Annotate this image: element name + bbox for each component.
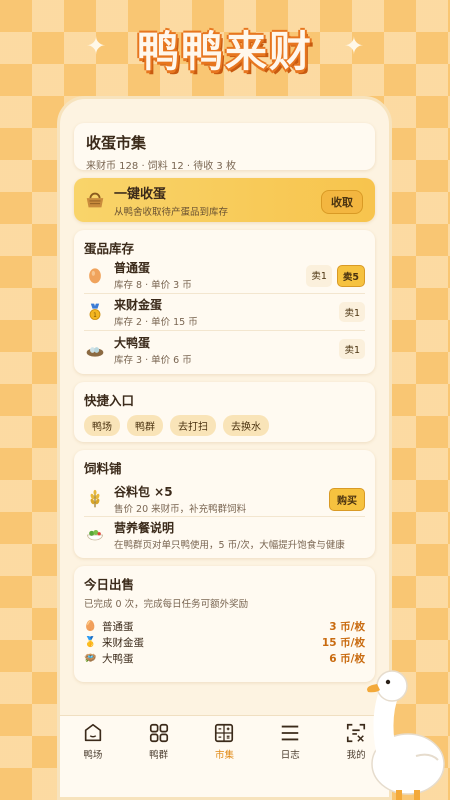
price-value: 3 币/枚 xyxy=(329,620,365,633)
section-title: 快捷入口 xyxy=(84,393,135,408)
app-title: 鸭鸭来财 xyxy=(136,27,313,76)
svg-text:1: 1 xyxy=(93,313,97,319)
egg-icon xyxy=(84,264,106,286)
sparkle-icon: ✦ xyxy=(343,32,364,60)
duck-mascot xyxy=(367,670,445,800)
item-name: 谷料包 ×5 xyxy=(114,484,173,499)
egg-icon: 🥚 xyxy=(84,620,97,632)
price-item-name: 来财金蛋 xyxy=(102,636,144,649)
chip-duck-flock[interactable]: 鸭群 xyxy=(127,415,163,436)
price-value: 15 币/枚 xyxy=(321,636,365,649)
feed-pack-row: 谷料包 ×5 售价 20 来财币，补充鸭群饲料 购买 xyxy=(84,481,365,517)
egg-inventory: 蛋品库存 普通蛋 库存 8 · 单价 3 币 卖1 卖5 1 来财金蛋 库存 2… xyxy=(74,230,375,374)
item-meta: 库存 3 · 单价 6 币 xyxy=(114,354,192,366)
calculator-icon xyxy=(215,723,234,743)
collect-desc: 从鸭舍收取待产蛋品到库存 xyxy=(114,206,229,218)
tab-market[interactable]: 市集 xyxy=(196,722,252,797)
today-sales-card: 今日出售 已完成 0 次，完成每日任务可额外奖励 🥚 普通蛋 3 币/枚 🥇 来… xyxy=(74,566,375,682)
home-icon xyxy=(84,723,102,742)
item-meta: 在鸭群页对单只鸭使用，5 币/次，大幅提升饱食与健康 xyxy=(114,540,345,551)
tab-label: 市集 xyxy=(214,750,234,761)
item-meta: 售价 20 来财币，补充鸭群饲料 xyxy=(114,503,247,515)
item-name: 普通蛋 xyxy=(114,261,151,275)
sell-one-button[interactable]: 卖1 xyxy=(339,339,365,359)
quick-entry-card: 快捷入口 鸭场 鸭群 去打扫 去换水 xyxy=(74,382,375,442)
collect-eggs-card: 一键收蛋 从鸭舍收取待产蛋品到库存 收取 xyxy=(74,178,375,222)
tab-label: 鸭场 xyxy=(83,750,103,761)
resource-stats: 来财币 128 · 饲料 12 · 待收 3 枚 xyxy=(86,161,236,172)
bottom-tab-bar: 鸭场 鸭群 市集 日志 我的 xyxy=(60,715,389,797)
tab-label: 鸭群 xyxy=(149,750,169,761)
tab-duck-flock[interactable]: 鸭群 xyxy=(131,722,187,797)
price-row: 🪺 大鸭蛋 6 币/枚 xyxy=(84,650,365,666)
nutrition-meal-row: 营养餐说明 在鸭群页对单只鸭使用，5 币/次，大幅提升饱食与健康 xyxy=(84,517,365,553)
section-title: 蛋品库存 xyxy=(84,241,135,256)
nest-icon xyxy=(84,339,106,361)
salad-icon xyxy=(84,524,106,546)
nest-icon: 🪺 xyxy=(84,652,97,664)
chip-water[interactable]: 去换水 xyxy=(223,415,269,436)
list-icon xyxy=(282,725,299,741)
inventory-row: 普通蛋 库存 8 · 单价 3 币 卖1 卖5 xyxy=(84,257,365,294)
page-title: 收蛋市集 xyxy=(86,134,147,152)
chip-duck-farm[interactable]: 鸭场 xyxy=(84,415,120,436)
section-title: 今日出售 xyxy=(84,577,135,592)
phone-frame: 收蛋市集 来财币 128 · 饲料 12 · 待收 3 枚 一键收蛋 从鸭舍收取… xyxy=(57,96,392,800)
collect-button[interactable]: 收取 xyxy=(321,190,363,214)
item-name: 营养餐说明 xyxy=(114,521,175,535)
sell-one-button[interactable]: 卖1 xyxy=(306,265,332,287)
buy-button[interactable]: 购买 xyxy=(329,488,365,511)
gold-medal-icon: 🥇 xyxy=(84,636,97,648)
item-meta: 库存 2 · 单价 15 币 xyxy=(114,317,198,328)
tab-label: 日志 xyxy=(280,750,300,761)
inventory-row: 1 来财金蛋 库存 2 · 单价 15 币 卖1 xyxy=(84,294,365,331)
basket-icon xyxy=(86,192,104,208)
sell-one-button[interactable]: 卖1 xyxy=(339,302,365,322)
price-item-name: 普通蛋 xyxy=(102,620,134,633)
market-content: 收蛋市集 来财币 128 · 饲料 12 · 待收 3 枚 一键收蛋 从鸭舍收取… xyxy=(74,123,375,690)
gold-medal-icon: 1 xyxy=(84,301,106,323)
collect-title: 一键收蛋 xyxy=(114,186,167,202)
grid-icon xyxy=(149,723,168,743)
price-item-name: 大鸭蛋 xyxy=(102,652,134,665)
chip-clean[interactable]: 去打扫 xyxy=(170,415,216,436)
item-name: 来财金蛋 xyxy=(114,298,163,312)
inventory-row: 大鸭蛋 库存 3 · 单价 6 币 卖1 xyxy=(84,331,365,368)
tab-duck-farm[interactable]: 鸭场 xyxy=(65,722,121,797)
feed-shop-card: 饲料铺 谷料包 ×5 售价 20 来财币，补充鸭群饲料 购买 营养餐说明 在鸭群… xyxy=(74,450,375,558)
price-row: 🥇 来财金蛋 15 币/枚 xyxy=(84,634,365,650)
tab-log[interactable]: 日志 xyxy=(262,722,318,797)
price-row: 🥚 普通蛋 3 币/枚 xyxy=(84,618,365,634)
item-name: 大鸭蛋 xyxy=(114,335,151,350)
grain-icon xyxy=(84,488,106,510)
market-header: 收蛋市集 来财币 128 · 饲料 12 · 待收 3 枚 xyxy=(74,123,375,172)
section-title: 饲料铺 xyxy=(84,461,122,476)
sell-five-button[interactable]: 卖5 xyxy=(336,265,365,287)
item-meta: 库存 8 · 单价 3 币 xyxy=(114,280,192,291)
today-progress: 已完成 0 次，完成每日任务可额外奖励 xyxy=(84,599,249,610)
